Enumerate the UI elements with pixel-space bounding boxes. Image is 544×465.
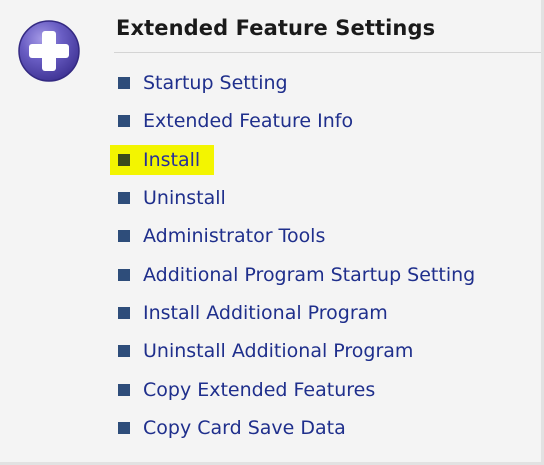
menu-item-label[interactable]: Uninstall Additional Program	[143, 340, 413, 362]
panel-title: Extended Feature Settings	[116, 16, 436, 40]
square-bullet-icon	[118, 115, 130, 128]
menu-item-copy-card-save-data[interactable]: Copy Card Save Data	[118, 409, 475, 447]
square-bullet-icon	[118, 153, 130, 166]
menu-item-uninstall[interactable]: Uninstall	[118, 179, 475, 217]
square-bullet-icon	[118, 383, 130, 396]
square-bullet-icon	[118, 345, 130, 358]
menu-item-label[interactable]: Copy Card Save Data	[143, 417, 346, 439]
menu-item-label[interactable]: Install	[143, 149, 200, 171]
title-divider	[114, 52, 541, 53]
menu-item-install[interactable]: Install	[109, 141, 475, 179]
menu-item-startup-setting[interactable]: Startup Setting	[118, 64, 475, 102]
menu-item-label[interactable]: Copy Extended Features	[143, 379, 375, 401]
menu-item-label[interactable]: Extended Feature Info	[143, 110, 353, 132]
square-bullet-icon	[118, 192, 130, 205]
plus-circle-icon	[18, 20, 80, 82]
menu-item-uninstall-additional-program[interactable]: Uninstall Additional Program	[118, 332, 475, 370]
menu-item-label[interactable]: Install Additional Program	[143, 302, 388, 324]
menu-item-label[interactable]: Startup Setting	[143, 72, 288, 94]
extended-feature-panel: Extended Feature Settings Startup Settin…	[0, 0, 544, 465]
menu-item-extended-feature-info[interactable]: Extended Feature Info	[118, 102, 475, 140]
square-bullet-icon	[118, 268, 130, 281]
menu-item-label[interactable]: Uninstall	[143, 187, 226, 209]
square-bullet-icon	[118, 77, 130, 90]
square-bullet-icon	[118, 306, 130, 319]
menu-item-label[interactable]: Administrator Tools	[143, 225, 325, 247]
menu-item-administrator-tools[interactable]: Administrator Tools	[118, 217, 475, 255]
menu-item-install-additional-program[interactable]: Install Additional Program	[118, 294, 475, 332]
menu-item-additional-program-startup-setting[interactable]: Additional Program Startup Setting	[118, 255, 475, 293]
menu-item-copy-extended-features[interactable]: Copy Extended Features	[118, 370, 475, 408]
square-bullet-icon	[118, 421, 130, 434]
feature-menu: Startup Setting Extended Feature Info In…	[109, 64, 475, 447]
menu-item-label[interactable]: Additional Program Startup Setting	[143, 264, 475, 286]
square-bullet-icon	[118, 230, 130, 243]
